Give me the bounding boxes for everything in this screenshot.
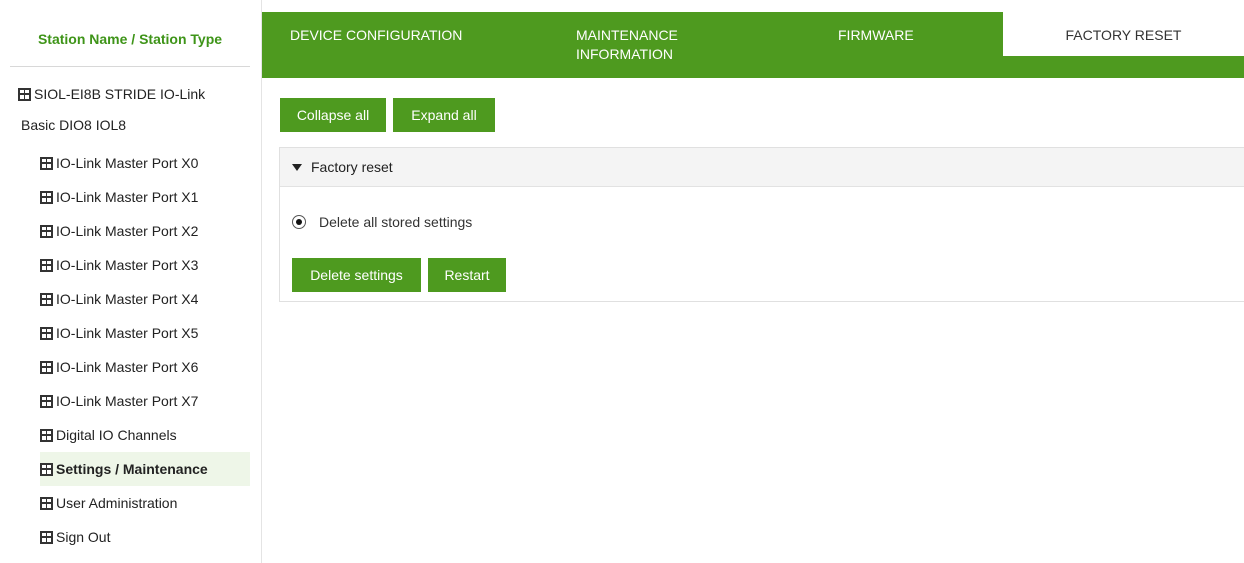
station-node-icon <box>40 292 53 306</box>
station-node-icon <box>40 394 53 408</box>
station-node-icon <box>40 258 53 272</box>
station-node-icon <box>40 190 53 204</box>
radio-label: Delete all stored settings <box>319 214 473 230</box>
station-node-icon <box>40 156 53 170</box>
delete-all-settings-radio[interactable] <box>292 215 306 229</box>
sidebar-item-digital-io[interactable]: Digital IO Channels <box>40 418 250 452</box>
station-node-icon <box>40 360 53 374</box>
sidebar-item-port-x5[interactable]: IO-Link Master Port X5 <box>40 316 250 350</box>
sidebar-item-label: IO-Link Master Port X5 <box>56 325 199 341</box>
sidebar-item-label: Sign Out <box>56 529 111 545</box>
station-name: SIOL-EI8B STRIDE IO-Link <box>34 86 206 102</box>
station-type: Basic DIO8 IOL8 <box>21 117 127 133</box>
station-node-icon <box>40 428 53 442</box>
delete-settings-button[interactable]: Delete settings <box>292 258 421 292</box>
sidebar-item-label: IO-Link Master Port X2 <box>56 223 199 239</box>
collapse-all-button[interactable]: Collapse all <box>280 98 386 132</box>
sidebar-item-port-x6[interactable]: IO-Link Master Port X6 <box>40 350 250 384</box>
caret-down-icon <box>292 163 302 171</box>
sidebar-item-label: IO-Link Master Port X6 <box>56 359 199 375</box>
tree-items: IO-Link Master Port X0 IO-Link Master Po… <box>40 146 250 554</box>
expand-all-button[interactable]: Expand all <box>393 98 495 132</box>
sidebar-item-user-administration[interactable]: User Administration <box>40 486 250 520</box>
sidebar-item-settings-maintenance[interactable]: Settings / Maintenance <box>40 452 250 486</box>
sidebar-item-port-x2[interactable]: IO-Link Master Port X2 <box>40 214 250 248</box>
sidebar-item-label: Digital IO Channels <box>56 427 177 443</box>
sidebar-item-label: IO-Link Master Port X7 <box>56 393 199 409</box>
sidebar-item-label: User Administration <box>56 495 178 511</box>
factory-reset-panel: Factory reset Delete all stored settings <box>279 147 1244 302</box>
station-node-icon <box>40 496 53 510</box>
sidebar-item-port-x3[interactable]: IO-Link Master Port X3 <box>40 248 250 282</box>
sidebar-item-port-x7[interactable]: IO-Link Master Port X7 <box>40 384 250 418</box>
station-node-icon <box>18 87 31 101</box>
tab-firmware[interactable]: FIRMWARE <box>838 12 914 78</box>
sidebar-item-label: IO-Link Master Port X3 <box>56 257 199 273</box>
restart-button[interactable]: Restart <box>428 258 506 292</box>
panel-header-factory-reset[interactable]: Factory reset <box>280 148 1244 187</box>
panel-title: Factory reset <box>311 159 393 175</box>
sidebar-item-port-x0[interactable]: IO-Link Master Port X0 <box>40 146 250 180</box>
sidebar-item-label: Settings / Maintenance <box>56 461 208 477</box>
sidebar-item-label: IO-Link Master Port X1 <box>56 189 199 205</box>
sidebar-item-label: IO-Link Master Port X0 <box>56 155 199 171</box>
station-node-icon <box>40 462 53 476</box>
station-node-icon <box>40 326 53 340</box>
tab-maintenance-information[interactable]: MAINTENANCE INFORMATION <box>576 12 696 78</box>
sidebar-item-label: IO-Link Master Port X4 <box>56 291 199 307</box>
delete-settings-option: Delete all stored settings <box>292 214 472 230</box>
sidebar-item-sign-out[interactable]: Sign Out <box>40 520 250 554</box>
tab-factory-reset[interactable]: FACTORY RESET <box>1003 12 1244 56</box>
station-node-icon <box>40 224 53 238</box>
sidebar: Station Name / Station Type SIOL-EI8B ST… <box>0 0 262 563</box>
sidebar-item-port-x4[interactable]: IO-Link Master Port X4 <box>40 282 250 316</box>
sidebar-header: Station Name / Station Type <box>10 12 250 67</box>
tab-bar: DEVICE CONFIGURATION MAINTENANCE INFORMA… <box>262 12 1244 78</box>
tree-root-station[interactable]: SIOL-EI8B STRIDE IO-Link Basic DIO8 IOL8 <box>18 80 250 140</box>
sidebar-item-port-x1[interactable]: IO-Link Master Port X1 <box>40 180 250 214</box>
tab-device-configuration[interactable]: DEVICE CONFIGURATION <box>290 12 462 78</box>
station-node-icon <box>40 530 53 544</box>
